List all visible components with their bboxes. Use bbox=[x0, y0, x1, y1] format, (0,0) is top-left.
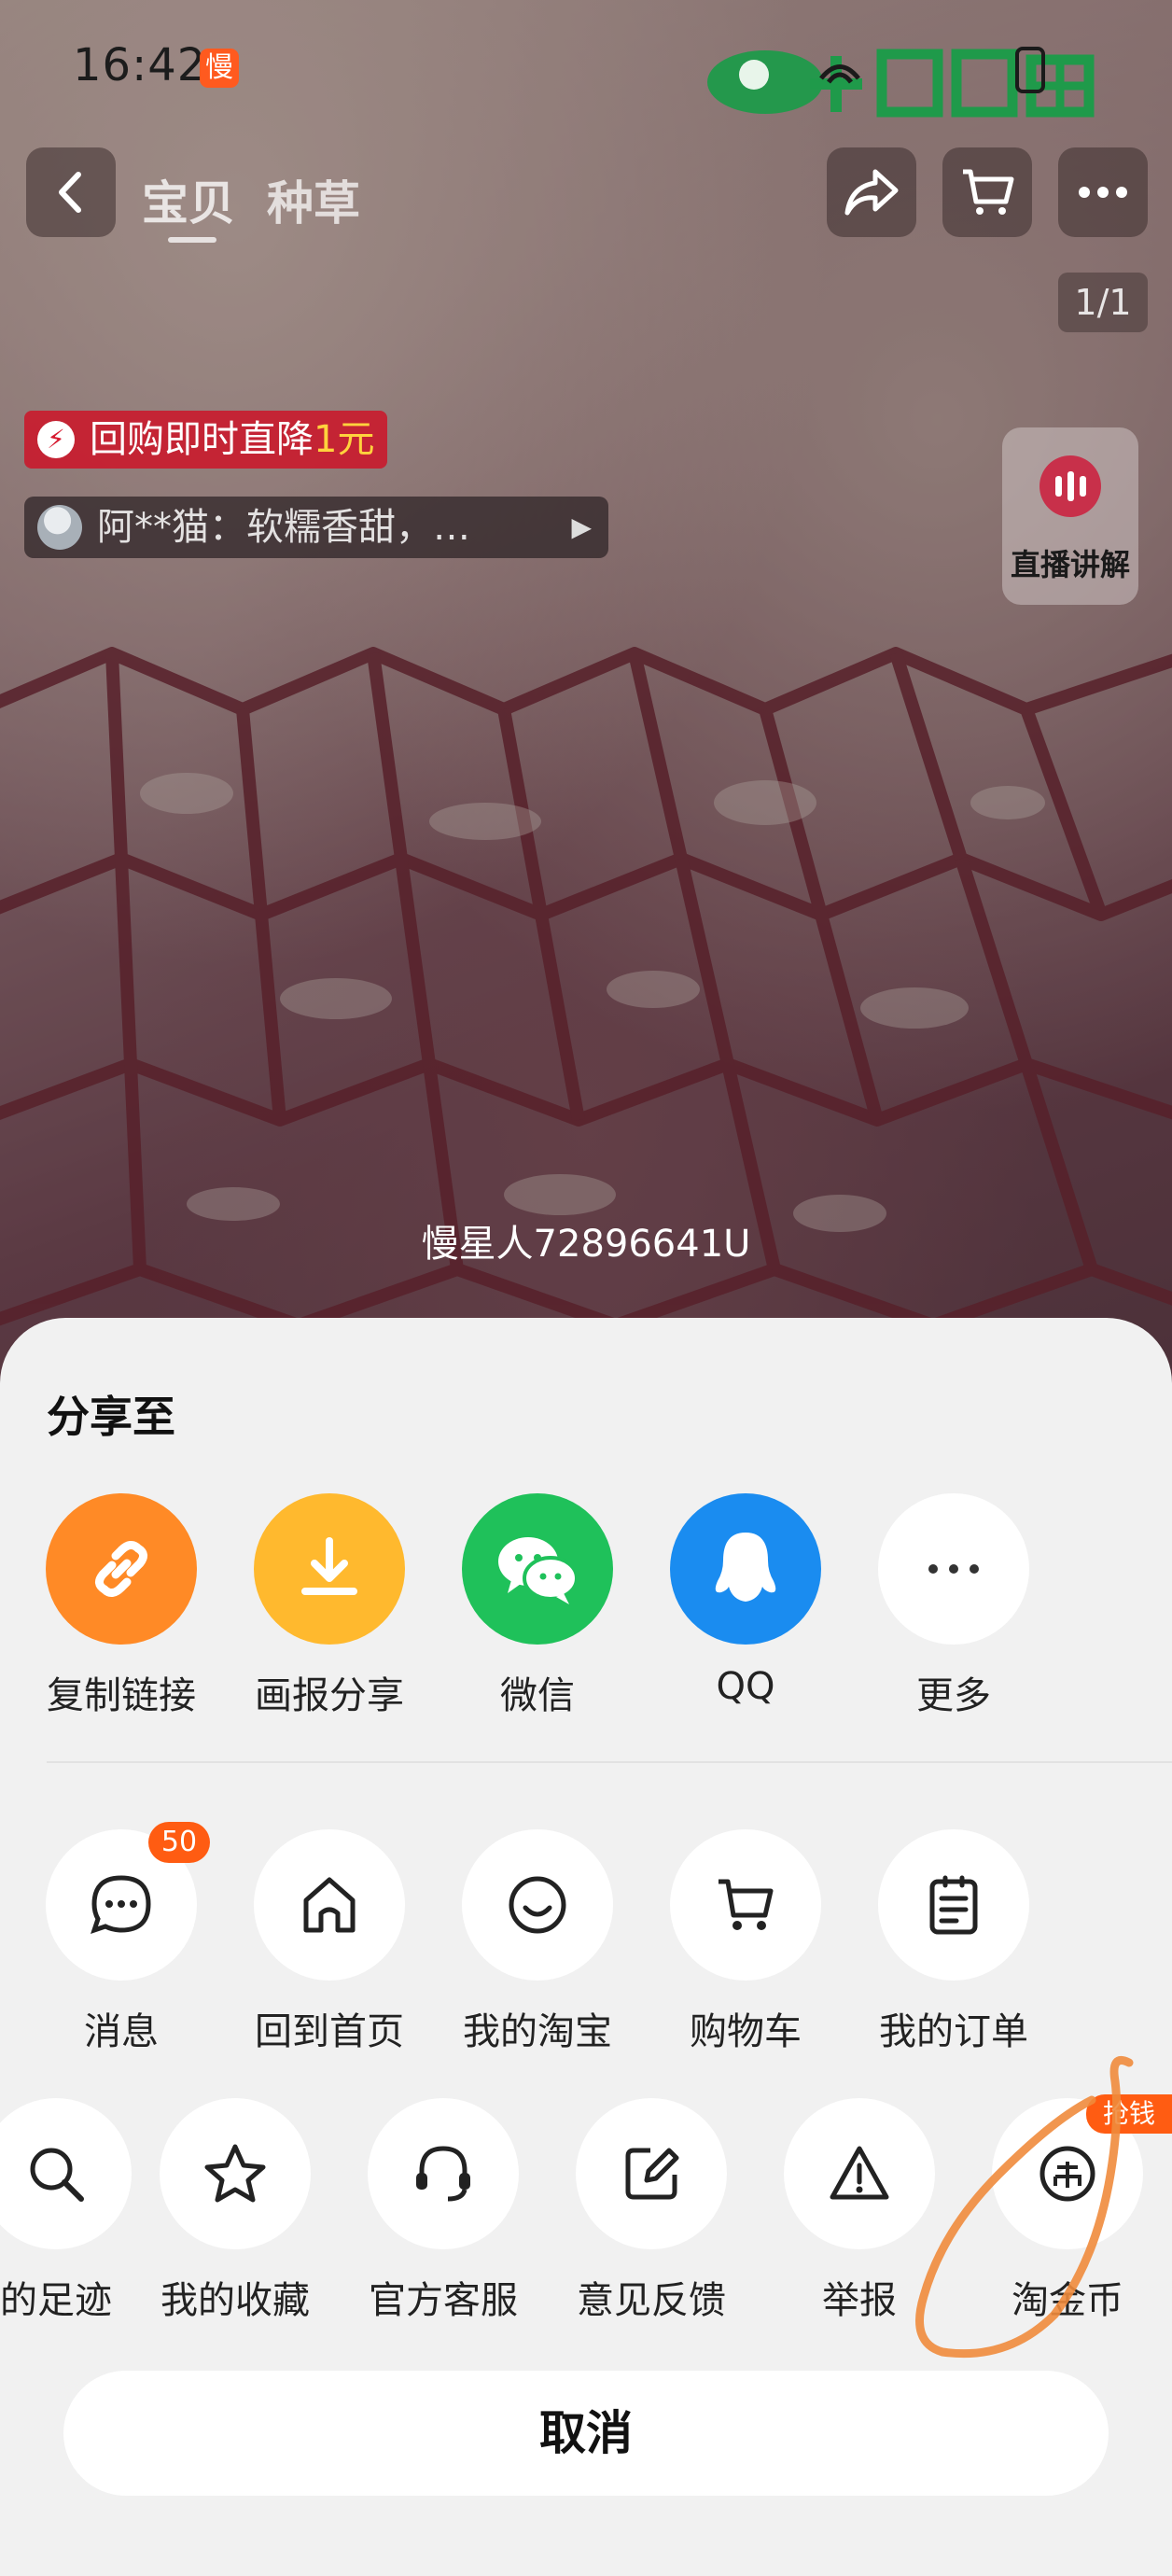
live-explain-button[interactable]: 直播讲解 bbox=[1002, 427, 1138, 605]
live-explain-label: 直播讲解 bbox=[1010, 547, 1130, 582]
tool-customer-service[interactable]: 官方客服 bbox=[355, 2098, 532, 2324]
cart-icon bbox=[963, 169, 1014, 215]
chevron-right-icon: ▶ bbox=[571, 511, 592, 542]
wechat-icon bbox=[462, 1493, 613, 1645]
share-wechat[interactable]: 微信 bbox=[449, 1493, 626, 1719]
tool-label: 淘金币 bbox=[1012, 2279, 1123, 2322]
review-ticker[interactable]: 阿**猫：软糯香甜，… ▶ bbox=[24, 497, 608, 558]
edit-icon bbox=[576, 2098, 727, 2249]
warning-icon bbox=[784, 2098, 935, 2249]
promo-tag[interactable]: ⚡ 回购即时直降1元 bbox=[24, 411, 388, 469]
shortcut-label: 回到首页 bbox=[255, 2010, 404, 2053]
star-icon bbox=[160, 2098, 311, 2249]
message-count-badge: 50 bbox=[148, 1822, 210, 1863]
shortcut-label: 购物车 bbox=[690, 2010, 802, 2053]
footprint-icon bbox=[0, 2098, 132, 2249]
share-label: 复制链接 bbox=[47, 1674, 196, 1717]
user-watermark: 慢星人72896641U bbox=[421, 1223, 751, 1266]
shortcut-cart[interactable]: 购物车 bbox=[657, 1829, 834, 2055]
link-icon bbox=[46, 1493, 197, 1645]
share-sheet-divider bbox=[47, 1761, 1172, 1763]
tool-label: 官方客服 bbox=[369, 2279, 518, 2322]
grab-money-badge: 抢钱 bbox=[1086, 2094, 1172, 2134]
message-icon: 50 bbox=[46, 1822, 210, 1981]
tool-favorites[interactable]: 我的收藏 bbox=[146, 2098, 324, 2324]
tab-recommend[interactable]: 种草 bbox=[267, 166, 360, 233]
more-options-button[interactable] bbox=[1058, 147, 1148, 237]
cart-button[interactable] bbox=[942, 147, 1032, 237]
tool-label: 我的收藏 bbox=[160, 2279, 310, 2322]
app-badge: 慢 bbox=[200, 49, 239, 88]
download-icon bbox=[254, 1493, 405, 1645]
share-icon bbox=[844, 169, 899, 216]
lightning-icon: ⚡ bbox=[37, 421, 75, 458]
home-icon bbox=[254, 1829, 405, 1981]
shortcut-label: 我的淘宝 bbox=[463, 2010, 612, 2053]
review-text: 阿**猫：软糯香甜，… bbox=[97, 506, 470, 549]
back-button[interactable] bbox=[26, 147, 116, 237]
headset-icon bbox=[368, 2098, 519, 2249]
smile-icon bbox=[462, 1829, 613, 1981]
share-label: 更多 bbox=[916, 1674, 991, 1717]
status-time: 16:42 bbox=[73, 39, 207, 91]
active-tab-indicator bbox=[168, 237, 216, 243]
share-copy-link[interactable]: 复制链接 bbox=[33, 1493, 210, 1719]
tool-feedback[interactable]: 意见反馈 bbox=[563, 2098, 740, 2324]
promo-amount: 1元 bbox=[314, 418, 375, 461]
tool-label: 的足迹 bbox=[0, 2279, 112, 2322]
image-page-counter: 1/1 bbox=[1058, 273, 1148, 332]
shortcut-my-taobao[interactable]: 我的淘宝 bbox=[449, 1829, 626, 2055]
promo-text: 回购即时直降 bbox=[90, 418, 314, 461]
share-more[interactable]: 更多 bbox=[865, 1493, 1042, 1719]
tool-footprint[interactable]: 的足迹 bbox=[0, 2098, 145, 2324]
shortcut-label: 消息 bbox=[84, 2010, 159, 2053]
share-poster[interactable]: 画报分享 bbox=[241, 1493, 418, 1719]
order-icon bbox=[878, 1829, 1029, 1981]
more-icon bbox=[878, 1493, 1029, 1645]
shortcut-label: 我的订单 bbox=[879, 2010, 1028, 2053]
cancel-button[interactable]: 取消 bbox=[63, 2371, 1109, 2496]
status-bar: 16:42 慢 bbox=[0, 0, 1172, 140]
system-status-icons bbox=[819, 47, 1045, 93]
tab-product[interactable]: 宝贝 bbox=[142, 166, 235, 233]
share-sheet-title: 分享至 bbox=[47, 1392, 175, 1442]
tool-label: 意见反馈 bbox=[577, 2279, 726, 2322]
share-qq[interactable]: QQ bbox=[657, 1493, 834, 1708]
shortcut-messages[interactable]: 50 消息 bbox=[33, 1822, 210, 2055]
cart-icon bbox=[670, 1829, 821, 1981]
share-label: 微信 bbox=[500, 1674, 575, 1717]
tool-report[interactable]: 举报 bbox=[771, 2098, 948, 2324]
reviewer-avatar bbox=[37, 505, 82, 550]
more-icon bbox=[1079, 187, 1127, 198]
share-button[interactable] bbox=[827, 147, 916, 237]
shortcut-home[interactable]: 回到首页 bbox=[241, 1829, 418, 2055]
chevron-left-icon bbox=[59, 172, 81, 213]
tool-label: 举报 bbox=[822, 2279, 897, 2322]
qq-icon bbox=[670, 1493, 821, 1645]
share-label: QQ bbox=[716, 1665, 775, 1708]
share-label: 画报分享 bbox=[255, 1674, 404, 1717]
live-bars-icon bbox=[1039, 455, 1101, 517]
shortcut-orders[interactable]: 我的订单 bbox=[865, 1829, 1042, 2055]
